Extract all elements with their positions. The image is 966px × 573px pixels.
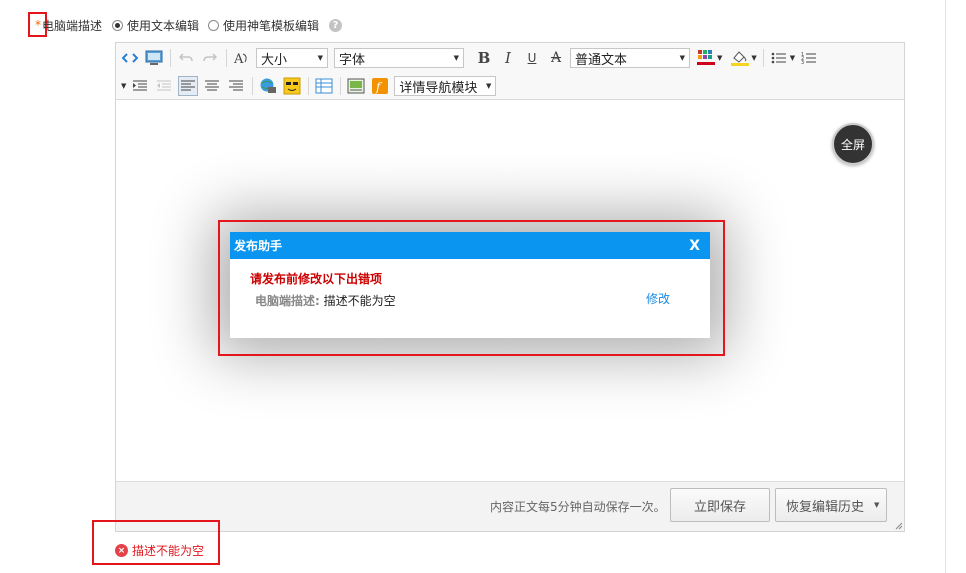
font-color-icon[interactable] — [696, 48, 716, 68]
undo-icon[interactable] — [176, 48, 196, 68]
required-star: * — [35, 18, 41, 32]
toolbar-separator — [762, 49, 764, 67]
strikethrough-button[interactable]: A — [546, 48, 566, 68]
font-family-value: 字体 — [339, 52, 366, 68]
ordered-list-icon[interactable]: 123 — [799, 48, 819, 68]
link-icon[interactable] — [258, 76, 278, 96]
restore-history-button[interactable]: 恢复编辑历史 ▼ — [775, 488, 887, 522]
autosave-notice: 内容正文每5分钟自动保存一次。 — [490, 500, 666, 514]
underline-button[interactable]: U — [522, 48, 542, 68]
detail-nav-module-select[interactable]: 详情导航模块 ▼ — [394, 76, 497, 96]
chevron-down-icon[interactable]: ▼ — [121, 82, 126, 90]
right-border-line — [945, 0, 946, 573]
help-icon[interactable]: ? — [329, 18, 343, 32]
editor-statusbar: 内容正文每5分钟自动保存一次。 立即保存 恢复编辑历史 ▼ — [116, 481, 904, 531]
format-painter-icon[interactable]: A — [232, 48, 252, 68]
align-left-icon[interactable] — [178, 76, 199, 96]
image-icon[interactable] — [346, 76, 366, 96]
toolbar-row-2: ▼ f 详情导航模块 ▼ — [120, 73, 502, 99]
detail-nav-module-value: 详情导航模块 — [399, 80, 478, 96]
redo-icon[interactable] — [200, 48, 220, 68]
fullscreen-button[interactable]: 全屏 — [832, 123, 874, 165]
align-center-icon[interactable] — [202, 76, 222, 96]
chevron-down-icon[interactable]: ▼ — [790, 54, 795, 62]
chevron-down-icon: ▼ — [486, 82, 492, 90]
toolbar-separator — [226, 49, 227, 67]
radio-template-editor[interactable]: 使用神笔模板编辑 — [208, 17, 319, 34]
unordered-list-icon[interactable] — [769, 48, 789, 68]
align-right-icon[interactable] — [226, 76, 246, 96]
table-icon[interactable] — [314, 76, 334, 96]
error-x-icon: × — [115, 544, 128, 557]
radio-text-editor-label: 使用文本编辑 — [127, 18, 200, 33]
chevron-down-icon: ▼ — [874, 501, 880, 509]
chevron-down-icon: ▼ — [679, 54, 685, 62]
chevron-down-icon: ▼ — [453, 54, 459, 62]
italic-button[interactable]: I — [498, 48, 518, 68]
field-error-message: × 描述不能为空 — [115, 542, 204, 559]
svg-text:3: 3 — [801, 60, 804, 65]
paragraph-style-value: 普通文本 — [575, 52, 628, 68]
toolbar-separator — [170, 49, 171, 67]
field-label: 电脑端描述 — [42, 18, 103, 33]
chevron-down-icon[interactable]: ▼ — [751, 54, 756, 62]
radio-dot-selected[interactable] — [112, 19, 124, 31]
preview-icon[interactable] — [144, 48, 164, 68]
background-color-icon[interactable] — [730, 48, 750, 68]
save-now-button[interactable]: 立即保存 — [670, 488, 770, 522]
paragraph-style-select[interactable]: 普通文本 ▼ — [570, 48, 690, 68]
indent-icon[interactable] — [130, 76, 150, 96]
field-error-text: 描述不能为空 — [132, 544, 205, 558]
flash-icon[interactable]: f — [370, 76, 390, 96]
svg-text:A: A — [233, 52, 244, 66]
outdent-icon[interactable] — [154, 76, 174, 96]
font-family-select[interactable]: 字体 ▼ — [334, 48, 464, 68]
chevron-down-icon[interactable]: ▼ — [717, 54, 722, 62]
font-size-value: 大小 — [261, 52, 288, 68]
field-header-row: * 电脑端描述 使用文本编辑 使用神笔模板编辑 ? — [30, 13, 343, 37]
toolbar-separator — [308, 77, 310, 95]
radio-text-editor[interactable]: 使用文本编辑 — [112, 17, 199, 34]
source-code-icon[interactable] — [120, 48, 140, 68]
toolbar-separator — [340, 77, 342, 95]
editor-toolbar: A 大小 ▼ 字体 ▼ B I U A 普通文本 ▼ ▼ ▼ ▼ 1 2 3 ▼… — [116, 43, 904, 100]
dialog-highlight-box — [218, 220, 725, 356]
toolbar-separator — [252, 77, 254, 95]
bold-button[interactable]: B — [474, 48, 494, 68]
emoticon-icon[interactable] — [282, 76, 302, 96]
toolbar-row-1: A 大小 ▼ 字体 ▼ B I U A 普通文本 ▼ ▼ ▼ ▼ 1 2 3 — [120, 45, 823, 71]
radio-dot-unselected[interactable] — [208, 19, 220, 31]
radio-template-editor-label: 使用神笔模板编辑 — [223, 18, 320, 33]
restore-history-label: 恢复编辑历史 — [786, 499, 865, 515]
resize-handle-icon[interactable] — [895, 522, 903, 530]
font-size-select[interactable]: 大小 ▼ — [256, 48, 328, 68]
chevron-down-icon: ▼ — [317, 54, 323, 62]
